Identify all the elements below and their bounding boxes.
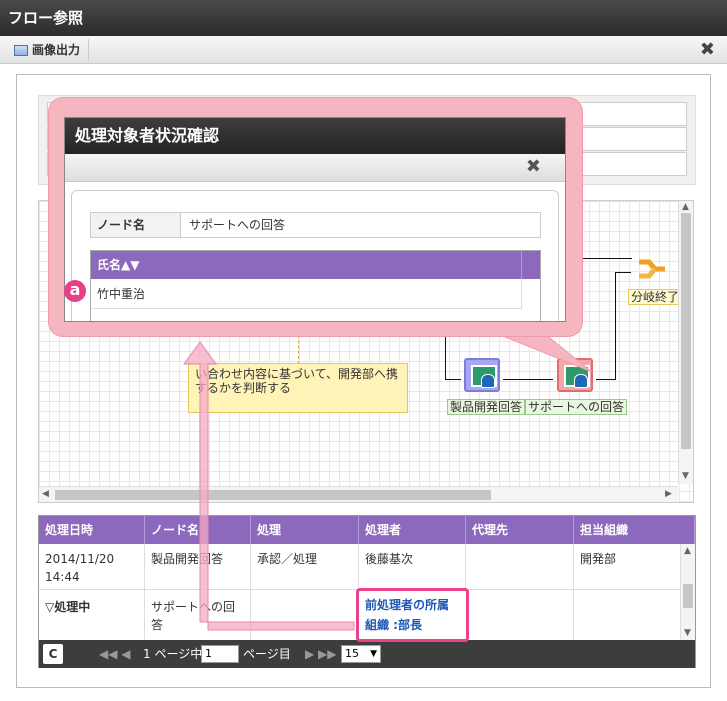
cell-actor: 後藤基次 [359, 544, 466, 589]
node-name-field: ノード名 サポートへの回答 [90, 212, 541, 238]
first-prev-page-buttons[interactable]: ◀◀ ◀ [99, 640, 131, 668]
window-title: フロー参照 [0, 0, 727, 36]
table-row[interactable]: 竹中重治 [91, 279, 522, 309]
flow-comment: い合わせ内容に基づいて、開発部へ携するかを判断する [188, 363, 408, 413]
canvas-vertical-scrollbar[interactable]: ▲ ▼ [678, 201, 693, 484]
user-icon [574, 374, 588, 388]
page-suffix: ページ目 [243, 647, 291, 661]
annotation-badge: a [64, 280, 86, 302]
connector-line [596, 379, 616, 380]
dialog-toolbar: ✖ [65, 154, 565, 182]
per-page-select[interactable]: 15 ▼ [341, 645, 381, 663]
connector-line [615, 272, 616, 380]
node-name-value: サポートへの回答 [189, 218, 286, 232]
column-header[interactable]: 氏名▲▼ [91, 251, 522, 279]
connector-line [503, 379, 553, 380]
close-icon[interactable]: ✖ [526, 156, 541, 177]
table-row[interactable]: 2014/11/20 14:44 製品開発回答 承認／処理 後藤基次 開発部 [39, 544, 680, 590]
dialog-body: ノード名 サポートへの回答 氏名▲▼ 竹中重治 [71, 190, 559, 321]
cell-node: 製品開発回答 [145, 544, 251, 589]
cell-action [251, 590, 359, 640]
canvas-horizontal-scrollbar[interactable]: ◀ ▶ [39, 486, 678, 502]
cell-org [574, 590, 680, 640]
assignee-grid: 氏名▲▼ 竹中重治 [90, 250, 541, 321]
image-icon [14, 44, 28, 56]
close-icon[interactable]: ✖ [700, 39, 715, 61]
toolbar: 画像出力 ✖ [0, 36, 727, 64]
column-header[interactable]: 代理先 [466, 516, 574, 544]
cell-org: 開発部 [580, 552, 617, 566]
branch-merge-icon[interactable] [637, 256, 667, 282]
connector-line [445, 379, 461, 380]
page-number-input[interactable]: 1 [201, 645, 239, 663]
grid-vertical-scrollbar[interactable]: ▲ ▼ [680, 544, 695, 640]
export-image-button[interactable]: 画像出力 [10, 39, 90, 61]
column-header[interactable]: 処理 [251, 516, 359, 544]
refresh-icon[interactable]: C [43, 644, 63, 664]
connector-line [615, 272, 631, 273]
cell-date: 2014/11/20 14:44 [39, 544, 145, 589]
cell-proxy [466, 590, 574, 640]
column-header[interactable]: 処理日時 [39, 516, 145, 544]
flow-node-label: サポートへの回答 [525, 399, 628, 415]
next-last-page-buttons[interactable]: ▶ ▶▶ [305, 640, 337, 668]
flow-node-label: 製品開発回答 [447, 399, 526, 415]
page-prefix: 1 ページ中 [143, 647, 203, 661]
pager: C ◀◀ ◀ 1 ページ中 1 ページ目 ▶ ▶▶ 15 ▼ [39, 640, 695, 668]
cell-date: ▽処理中 [39, 590, 145, 640]
connector-line [445, 336, 446, 380]
status-dialog: 処理対象者状況確認 ✖ ノード名 サポートへの回答 氏名▲▼ 竹中重治 [64, 117, 566, 322]
column-header[interactable]: ノード名 [145, 516, 251, 544]
column-header[interactable]: 処理者 [359, 516, 466, 544]
connector-line [582, 258, 632, 259]
node-name-label: ノード名 [91, 213, 181, 237]
highlighted-actor-cell[interactable]: 前処理者の所属 組織 :部長 [356, 588, 469, 642]
grid-header: 処理日時 ノード名 処理 処理者 代理先 担当組織 [39, 516, 695, 544]
dialog-title: 処理対象者状況確認 [65, 118, 565, 154]
branch-end-label: 分岐終了 [628, 289, 683, 305]
cell-node: サポートへの回答 [145, 590, 251, 640]
flow-node-product-dev[interactable] [464, 358, 500, 392]
user-icon [481, 374, 495, 388]
cell-proxy [466, 544, 574, 589]
column-header[interactable]: 担当組織 [574, 516, 695, 544]
cell-action: 承認／処理 [251, 544, 359, 589]
export-image-label: 画像出力 [32, 43, 81, 57]
flow-node-support-reply[interactable] [557, 358, 593, 392]
